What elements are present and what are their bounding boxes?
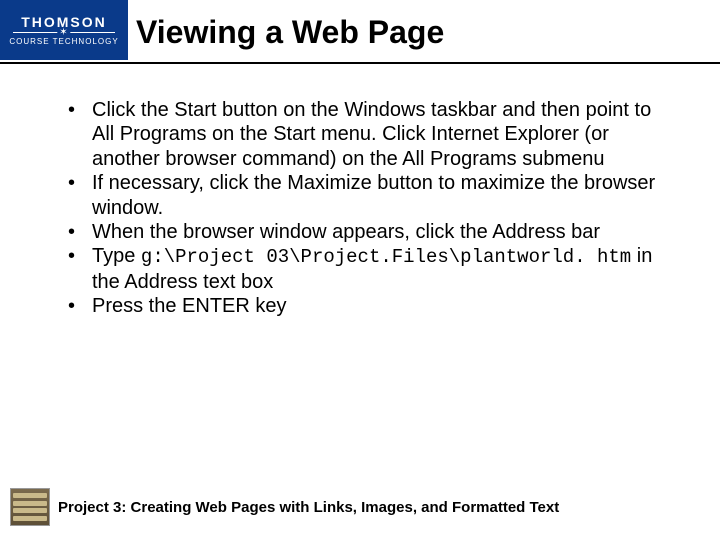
bullet-code: g:\Project 03\Project.Files\plantworld. … (141, 246, 631, 268)
logo-divider: ✶ (13, 32, 115, 33)
bullet-prefix: Type (92, 245, 141, 267)
bullet-text: When the browser window appears, click t… (92, 221, 600, 243)
bullet-text: Press the ENTER key (92, 295, 287, 317)
thomson-logo: THOMSON ✶ COURSE TECHNOLOGY (0, 0, 128, 60)
list-item: If necessary, click the Maximize button … (60, 171, 668, 220)
logo-bottom-text: COURSE TECHNOLOGY (9, 37, 118, 46)
bullet-list: Click the Start button on the Windows ta… (60, 98, 668, 318)
list-item: Press the ENTER key (60, 294, 668, 318)
slide-header: THOMSON ✶ COURSE TECHNOLOGY Viewing a We… (0, 0, 720, 64)
series-logo (10, 488, 50, 526)
list-item: When the browser window appears, click t… (60, 220, 668, 244)
list-item: Click the Start button on the Windows ta… (60, 98, 668, 171)
star-icon: ✶ (57, 27, 70, 38)
footer-text: Project 3: Creating Web Pages with Links… (58, 499, 559, 516)
slide-content: Click the Start button on the Windows ta… (0, 64, 720, 318)
slide-footer: Project 3: Creating Web Pages with Links… (10, 488, 710, 526)
slide-title: Viewing a Web Page (128, 0, 444, 51)
bullet-text: If necessary, click the Maximize button … (92, 172, 655, 218)
list-item: Type g:\Project 03\Project.Files\plantwo… (60, 244, 668, 294)
bullet-text: Click the Start button on the Windows ta… (92, 99, 651, 170)
